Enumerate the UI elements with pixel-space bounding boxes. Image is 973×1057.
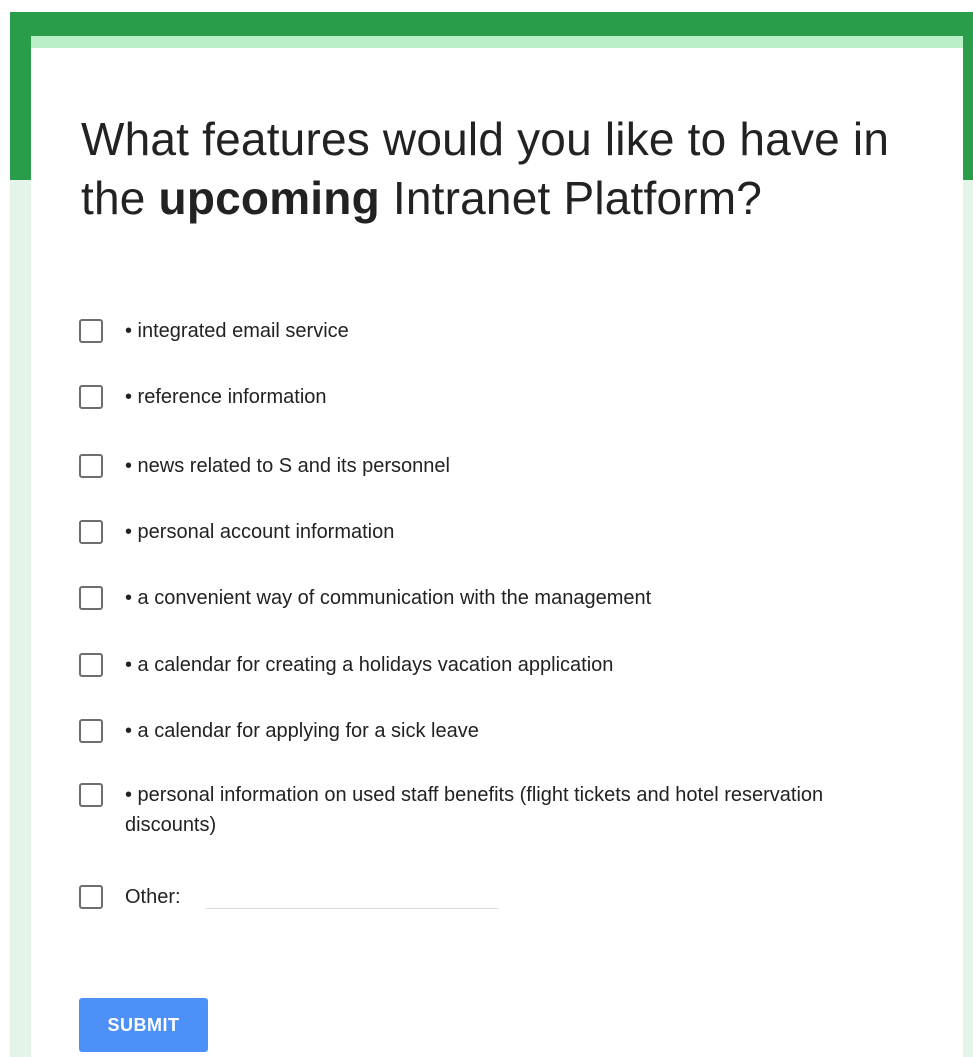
option-label: • reference information [125,386,327,408]
checkbox[interactable] [79,653,103,677]
checkbox[interactable] [79,520,103,544]
option-sick-leave-calendar[interactable]: • a calendar for applying for a sick lea… [79,718,825,746]
question-title: What features would you like to have in … [81,110,921,228]
option-personal-account-information[interactable]: • personal account information [79,519,825,547]
option-communication-with-management[interactable]: • a convenient way of communication with… [79,585,825,613]
option-label: • personal information on used staff ben… [125,784,824,836]
option-staff-benefits[interactable]: • personal information on used staff ben… [79,782,825,840]
option-label: • integrated email service [125,320,349,342]
option-label: • personal account information [125,521,395,543]
checkbox[interactable] [79,885,103,909]
option-label: • a convenient way of communication with… [125,587,652,609]
option-news[interactable]: • news related to S and its personnel [79,453,825,481]
option-label: • a calendar for creating a holidays vac… [125,654,614,676]
checkbox[interactable] [79,454,103,478]
option-holidays-calendar[interactable]: • a calendar for creating a holidays vac… [79,652,825,680]
checkbox[interactable] [79,586,103,610]
option-reference-information[interactable]: • reference information [79,384,825,412]
question-title-emphasis: upcoming [158,171,380,224]
other-label: Other: [125,886,181,908]
checkbox[interactable] [79,783,103,807]
option-label: • news related to S and its personnel [125,455,450,477]
option-label: • a calendar for applying for a sick lea… [125,720,479,742]
checkbox[interactable] [79,385,103,409]
option-other[interactable]: Other: [79,884,181,912]
form-card: What features would you like to have in … [31,36,963,1057]
other-input[interactable] [206,882,498,909]
checkbox[interactable] [79,719,103,743]
submit-button[interactable]: SUBMIT [79,998,208,1052]
checkbox[interactable] [79,319,103,343]
question-title-text-end: Intranet Platform? [379,171,763,224]
option-integrated-email-service[interactable]: • integrated email service [79,318,825,346]
